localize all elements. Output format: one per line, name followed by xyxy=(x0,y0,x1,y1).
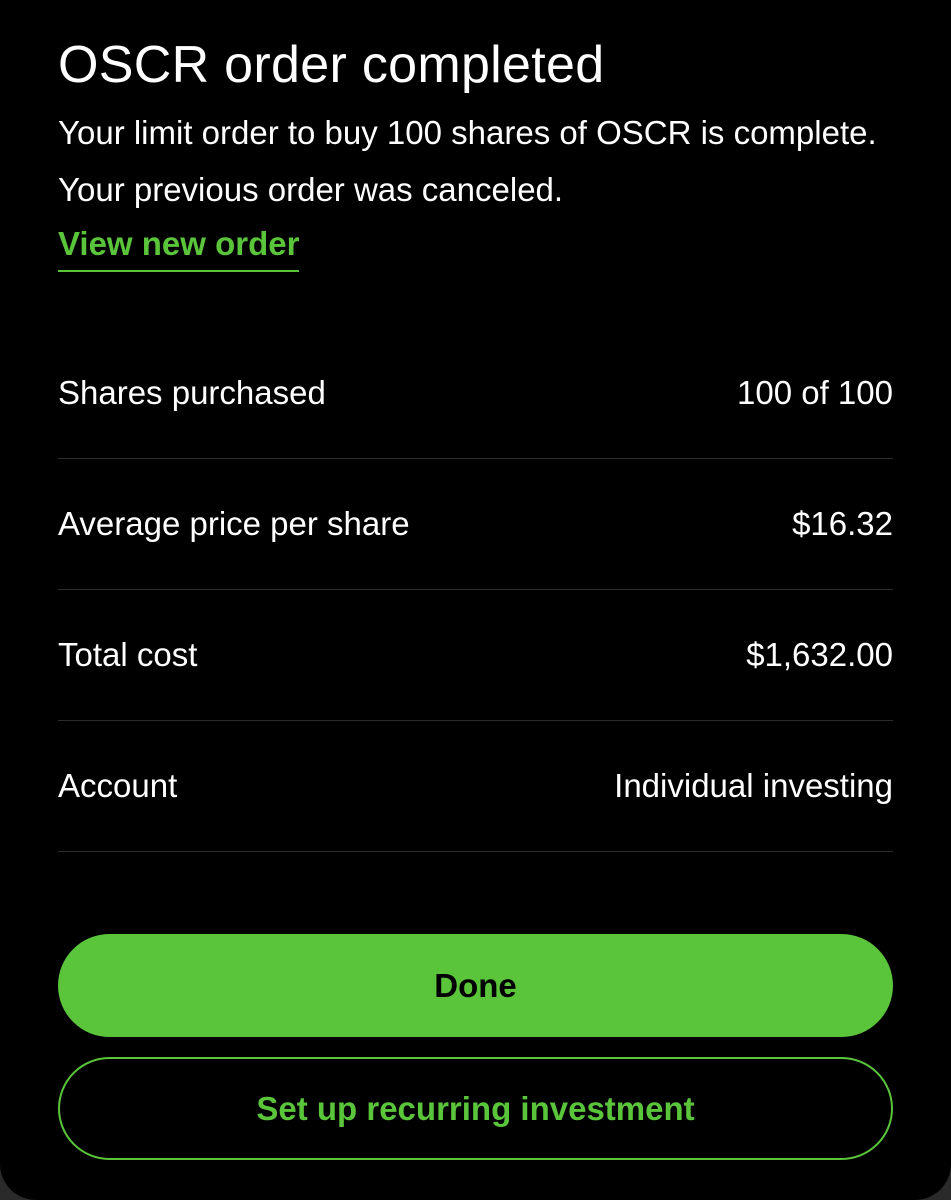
detail-row-average-price: Average price per share $16.32 xyxy=(58,459,893,590)
page-title: OSCR order completed xyxy=(58,36,605,94)
detail-label: Account xyxy=(58,767,178,804)
view-new-order-link[interactable]: View new order xyxy=(58,218,300,272)
detail-row-total-cost: Total cost $1,632.00 xyxy=(58,590,893,721)
detail-value: $16.32 xyxy=(792,505,893,542)
detail-row-shares-purchased: Shares purchased 100 of 100 xyxy=(58,328,893,459)
order-confirmation-screen: OSCR order completed Your limit order to… xyxy=(0,0,951,1200)
detail-label: Average price per share xyxy=(58,505,410,542)
setup-recurring-investment-button[interactable]: Set up recurring investment xyxy=(58,1057,893,1160)
detail-label: Total cost xyxy=(58,636,198,673)
confirmation-message: Your limit order to buy 100 shares of OS… xyxy=(58,114,877,208)
order-details: Shares purchased 100 of 100 Average pric… xyxy=(58,328,893,852)
detail-value: 100 of 100 xyxy=(737,374,893,411)
done-button[interactable]: Done xyxy=(58,934,893,1037)
detail-value: Individual investing xyxy=(614,767,893,804)
detail-value: $1,632.00 xyxy=(746,636,893,673)
detail-row-account: Account Individual investing xyxy=(58,721,893,852)
detail-label: Shares purchased xyxy=(58,374,326,411)
